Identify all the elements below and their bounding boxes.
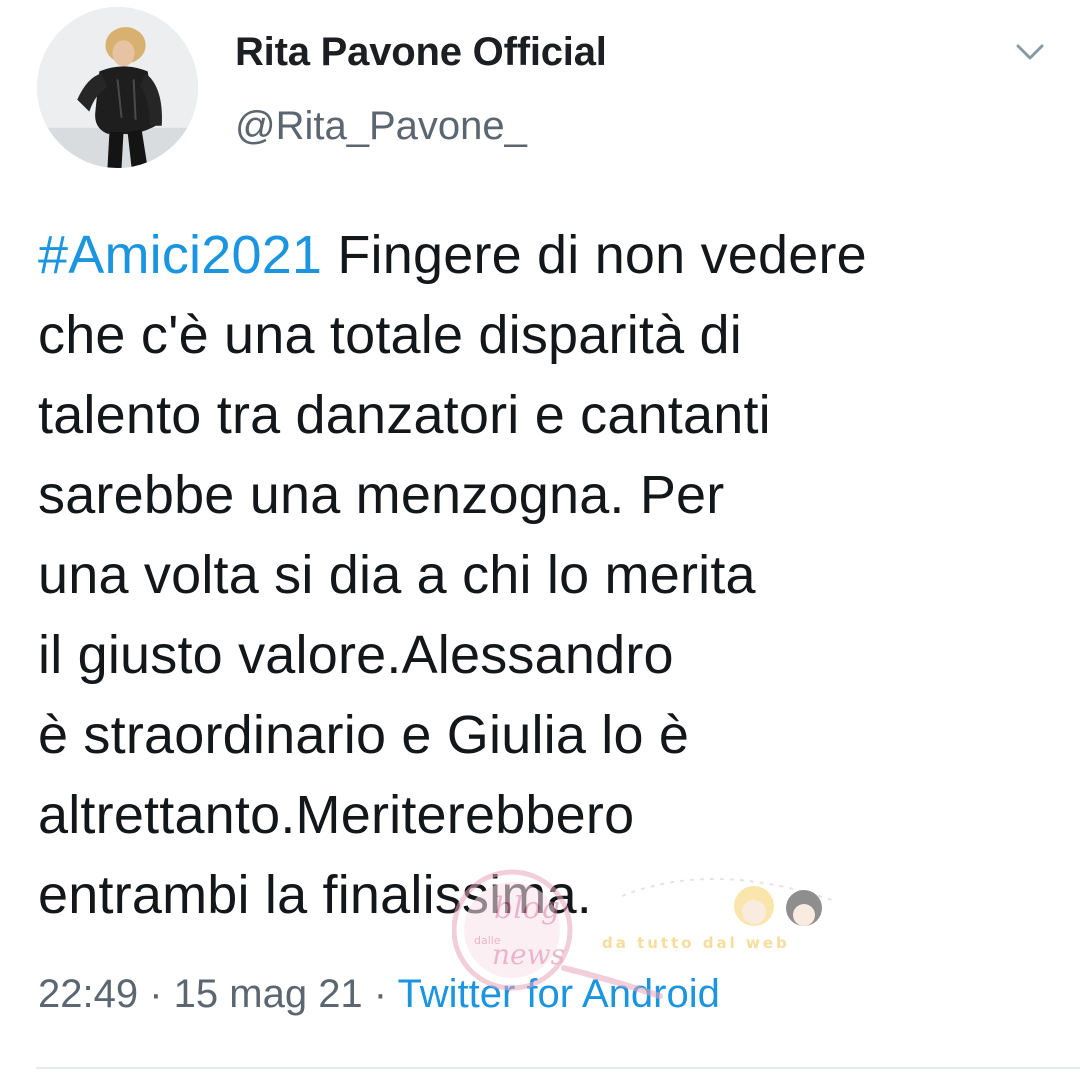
display-name[interactable]: Rita Pavone Official: [235, 30, 607, 75]
hashtag-link[interactable]: #Amici2021: [38, 225, 322, 285]
tweet-line: talento tra danzatori e cantanti: [38, 385, 771, 445]
svg-text:news: news: [492, 938, 565, 971]
chevron-down-icon[interactable]: [1012, 34, 1048, 70]
tweet-line: è straordinario e Giulia lo è: [38, 705, 690, 765]
tweet-line-text: Fingere di non vedere: [322, 225, 867, 285]
tweet-text: #Amici2021 Fingere di non vedere che c'è…: [38, 215, 1048, 935]
tweet-line: che c'è una totale disparità di: [38, 305, 742, 365]
tweet-source-link[interactable]: Twitter for Android: [398, 972, 720, 1016]
user-handle[interactable]: @Rita_Pavone_: [235, 104, 527, 149]
tweet-line: il giusto valore.Alessandro: [38, 625, 674, 685]
tweet-line: entrambi la finalissima.: [38, 865, 593, 925]
tweet-line: sarebbe una menzogna. Per: [38, 465, 725, 525]
svg-text:da tutto dal web: da tutto dal web: [602, 934, 790, 952]
meta-separator: ·: [138, 972, 174, 1016]
avatar-photo: [37, 7, 198, 168]
tweet-line: #Amici2021 Fingere di non vedere: [38, 215, 1048, 295]
tweet-meta: 22:49 · 15 mag 21 · Twitter for Android: [38, 972, 720, 1017]
svg-text:dalle: dalle: [474, 934, 501, 947]
tweet-time[interactable]: 22:49: [38, 972, 138, 1016]
avatar[interactable]: [37, 7, 198, 168]
tweet-date[interactable]: 15 mag 21: [174, 972, 363, 1016]
tweet-line: altrettanto.Meriterebbero: [38, 785, 635, 845]
tweet-line: una volta si dia a chi lo merita: [38, 545, 756, 605]
meta-separator: ·: [362, 972, 398, 1016]
divider: [36, 1067, 1080, 1069]
